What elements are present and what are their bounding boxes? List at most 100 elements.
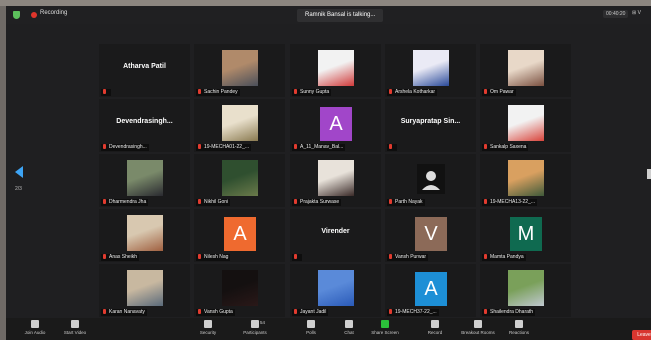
participant-name: A_11_Manav_Bal... [300,144,344,150]
participant-name: Nikhil Goni [204,199,229,205]
participant-tile[interactable]: 19-MECHA13-22_... [480,154,571,207]
participant-video-thumbnail [127,270,163,306]
muted-mic-icon [103,254,106,259]
participant-tile[interactable]: Anas Sheikh [99,209,190,262]
participant-tile[interactable]: Virender [290,209,381,262]
participant-name: Arshela Kotharkar [395,89,436,95]
muted-mic-icon [294,254,297,259]
muted-mic-icon [198,199,201,204]
chat-button[interactable]: Chat [332,320,366,335]
breakout-rooms-button[interactable]: Breakout Rooms [456,320,500,335]
participant-name: Om Pawar [490,89,514,95]
participant-tile[interactable]: Arshela Kotharkar [385,44,476,97]
participant-tile[interactable]: Karan Nanavaty [99,264,190,317]
participant-name: Jayant Jadil [300,309,327,315]
recording-label: Recording [40,10,68,16]
next-page-arrow-icon[interactable] [647,169,651,179]
participant-tile[interactable]: Vansh Gupta [194,264,285,317]
participant-count: 54 [260,320,266,325]
muted-mic-icon [484,309,487,314]
zoom-window: Recording Ramnik Bansal is talking... 00… [6,6,651,340]
record-icon [431,320,439,328]
participant-video-thumbnail [318,160,354,196]
participant-tile[interactable]: Om Pawar [480,44,571,97]
muted-mic-icon [389,254,392,259]
participant-tile[interactable]: M Mamta Pandya [480,209,571,262]
muted-mic-icon [389,144,392,149]
security-button[interactable]: Security [191,320,225,335]
participant-name: Devendrasingh... [109,144,147,150]
participant-name: Sunny Gupta [300,89,330,95]
muted-mic-icon [389,199,392,204]
participant-video-thumbnail [222,270,258,306]
participant-video-thumbnail [508,105,544,141]
participant-display-name: Atharva Patil [123,63,166,70]
recording-dot-icon [31,12,37,18]
participant-name-label: Vansh Gupta [196,309,235,316]
participant-video-thumbnail [127,160,163,196]
participant-tile[interactable]: Suryapratap Sin... [385,99,476,152]
headphones-icon [31,320,39,328]
reactions-icon [515,320,523,328]
participant-tile[interactable]: Sankalp Saxena [480,99,571,152]
participant-name-label: Vansh Purwar [387,254,429,261]
muted-mic-icon [294,309,297,314]
participant-name: Dharmendra Jha [109,199,147,205]
start-video-button[interactable]: Start Video [58,320,92,335]
share-screen-button[interactable]: Share Screen [368,320,402,335]
participant-name: Anas Sheikh [109,254,138,260]
participant-tile[interactable]: Sachin Pandey [194,44,285,97]
participant-video-thumbnail [318,50,354,86]
participant-tile[interactable]: Dharmendra Jha [99,154,190,207]
toolbar-button-label: Chat [344,330,354,335]
participant-tile[interactable]: A 19-MECH37-22_... [385,264,476,317]
participant-tile[interactable]: 19-MECHA01-22_... [194,99,285,152]
polls-button[interactable]: Polls [294,320,328,335]
participant-name-label: A_11_Manav_Bal... [292,144,346,151]
muted-mic-icon [103,144,106,149]
participant-name-label: Devendrasingh... [101,144,149,151]
participant-tile[interactable]: Shailendra Dharath [480,264,571,317]
participant-name: Nilesh Nag [204,254,229,260]
participant-name-label: Arshela Kotharkar [387,89,438,96]
participant-video-thumbnail [222,105,258,141]
muted-mic-icon [484,144,487,149]
letter-avatar: V [415,217,447,251]
participant-tile[interactable]: A A_11_Manav_Bal... [290,99,381,152]
participant-name: 19-MECHA13-22_... [490,199,536,205]
toolbar-button-label: Join Audio [24,330,46,335]
muted-mic-icon [484,199,487,204]
record-button[interactable]: Record [418,320,452,335]
reactions-button[interactable]: Reactions [502,320,536,335]
participant-tile[interactable]: V Vansh Purwar [385,209,476,262]
toolbar-button-label: Reactions [508,330,529,335]
participant-display-name: Suryapratap Sin... [400,118,461,125]
participants-button[interactable]: Participants 54 [238,320,272,335]
participant-tile[interactable]: Jayant Jadil [290,264,381,317]
participant-tile[interactable]: Parth Nayak [385,154,476,207]
previous-page-arrow-icon[interactable] [15,166,23,178]
security-shield-icon[interactable] [13,11,20,19]
participant-tile[interactable]: A Nilesh Nag [194,209,285,262]
participant-name: Sachin Pandey [204,89,238,95]
participant-tile[interactable]: Prajakta Surwase [290,154,381,207]
leave-button[interactable]: Leave [632,330,651,340]
participant-tile[interactable]: Devendrasingh... Devendrasingh... [99,99,190,152]
participant-video-thumbnail [127,215,163,251]
participant-video-thumbnail [508,50,544,86]
participant-name-label [101,89,111,96]
join-audio-button[interactable]: Join Audio [18,320,52,335]
participant-tile[interactable]: Sunny Gupta [290,44,381,97]
toolbar-button-label: Record [427,330,443,335]
muted-mic-icon [198,89,201,94]
participant-name-label: Shailendra Dharath [482,309,536,316]
participant-tile[interactable]: Atharva Patil [99,44,190,97]
muted-mic-icon [294,144,297,149]
muted-mic-icon [103,199,106,204]
participant-tile[interactable]: Nikhil Goni [194,154,285,207]
page-indicator: 2/3 [15,186,22,192]
participant-video-thumbnail [222,160,258,196]
view-button[interactable]: ⊞ V [632,10,641,16]
muted-mic-icon [484,254,487,259]
active-speaker-banner: Ramnik Bansal is talking... [297,9,384,22]
